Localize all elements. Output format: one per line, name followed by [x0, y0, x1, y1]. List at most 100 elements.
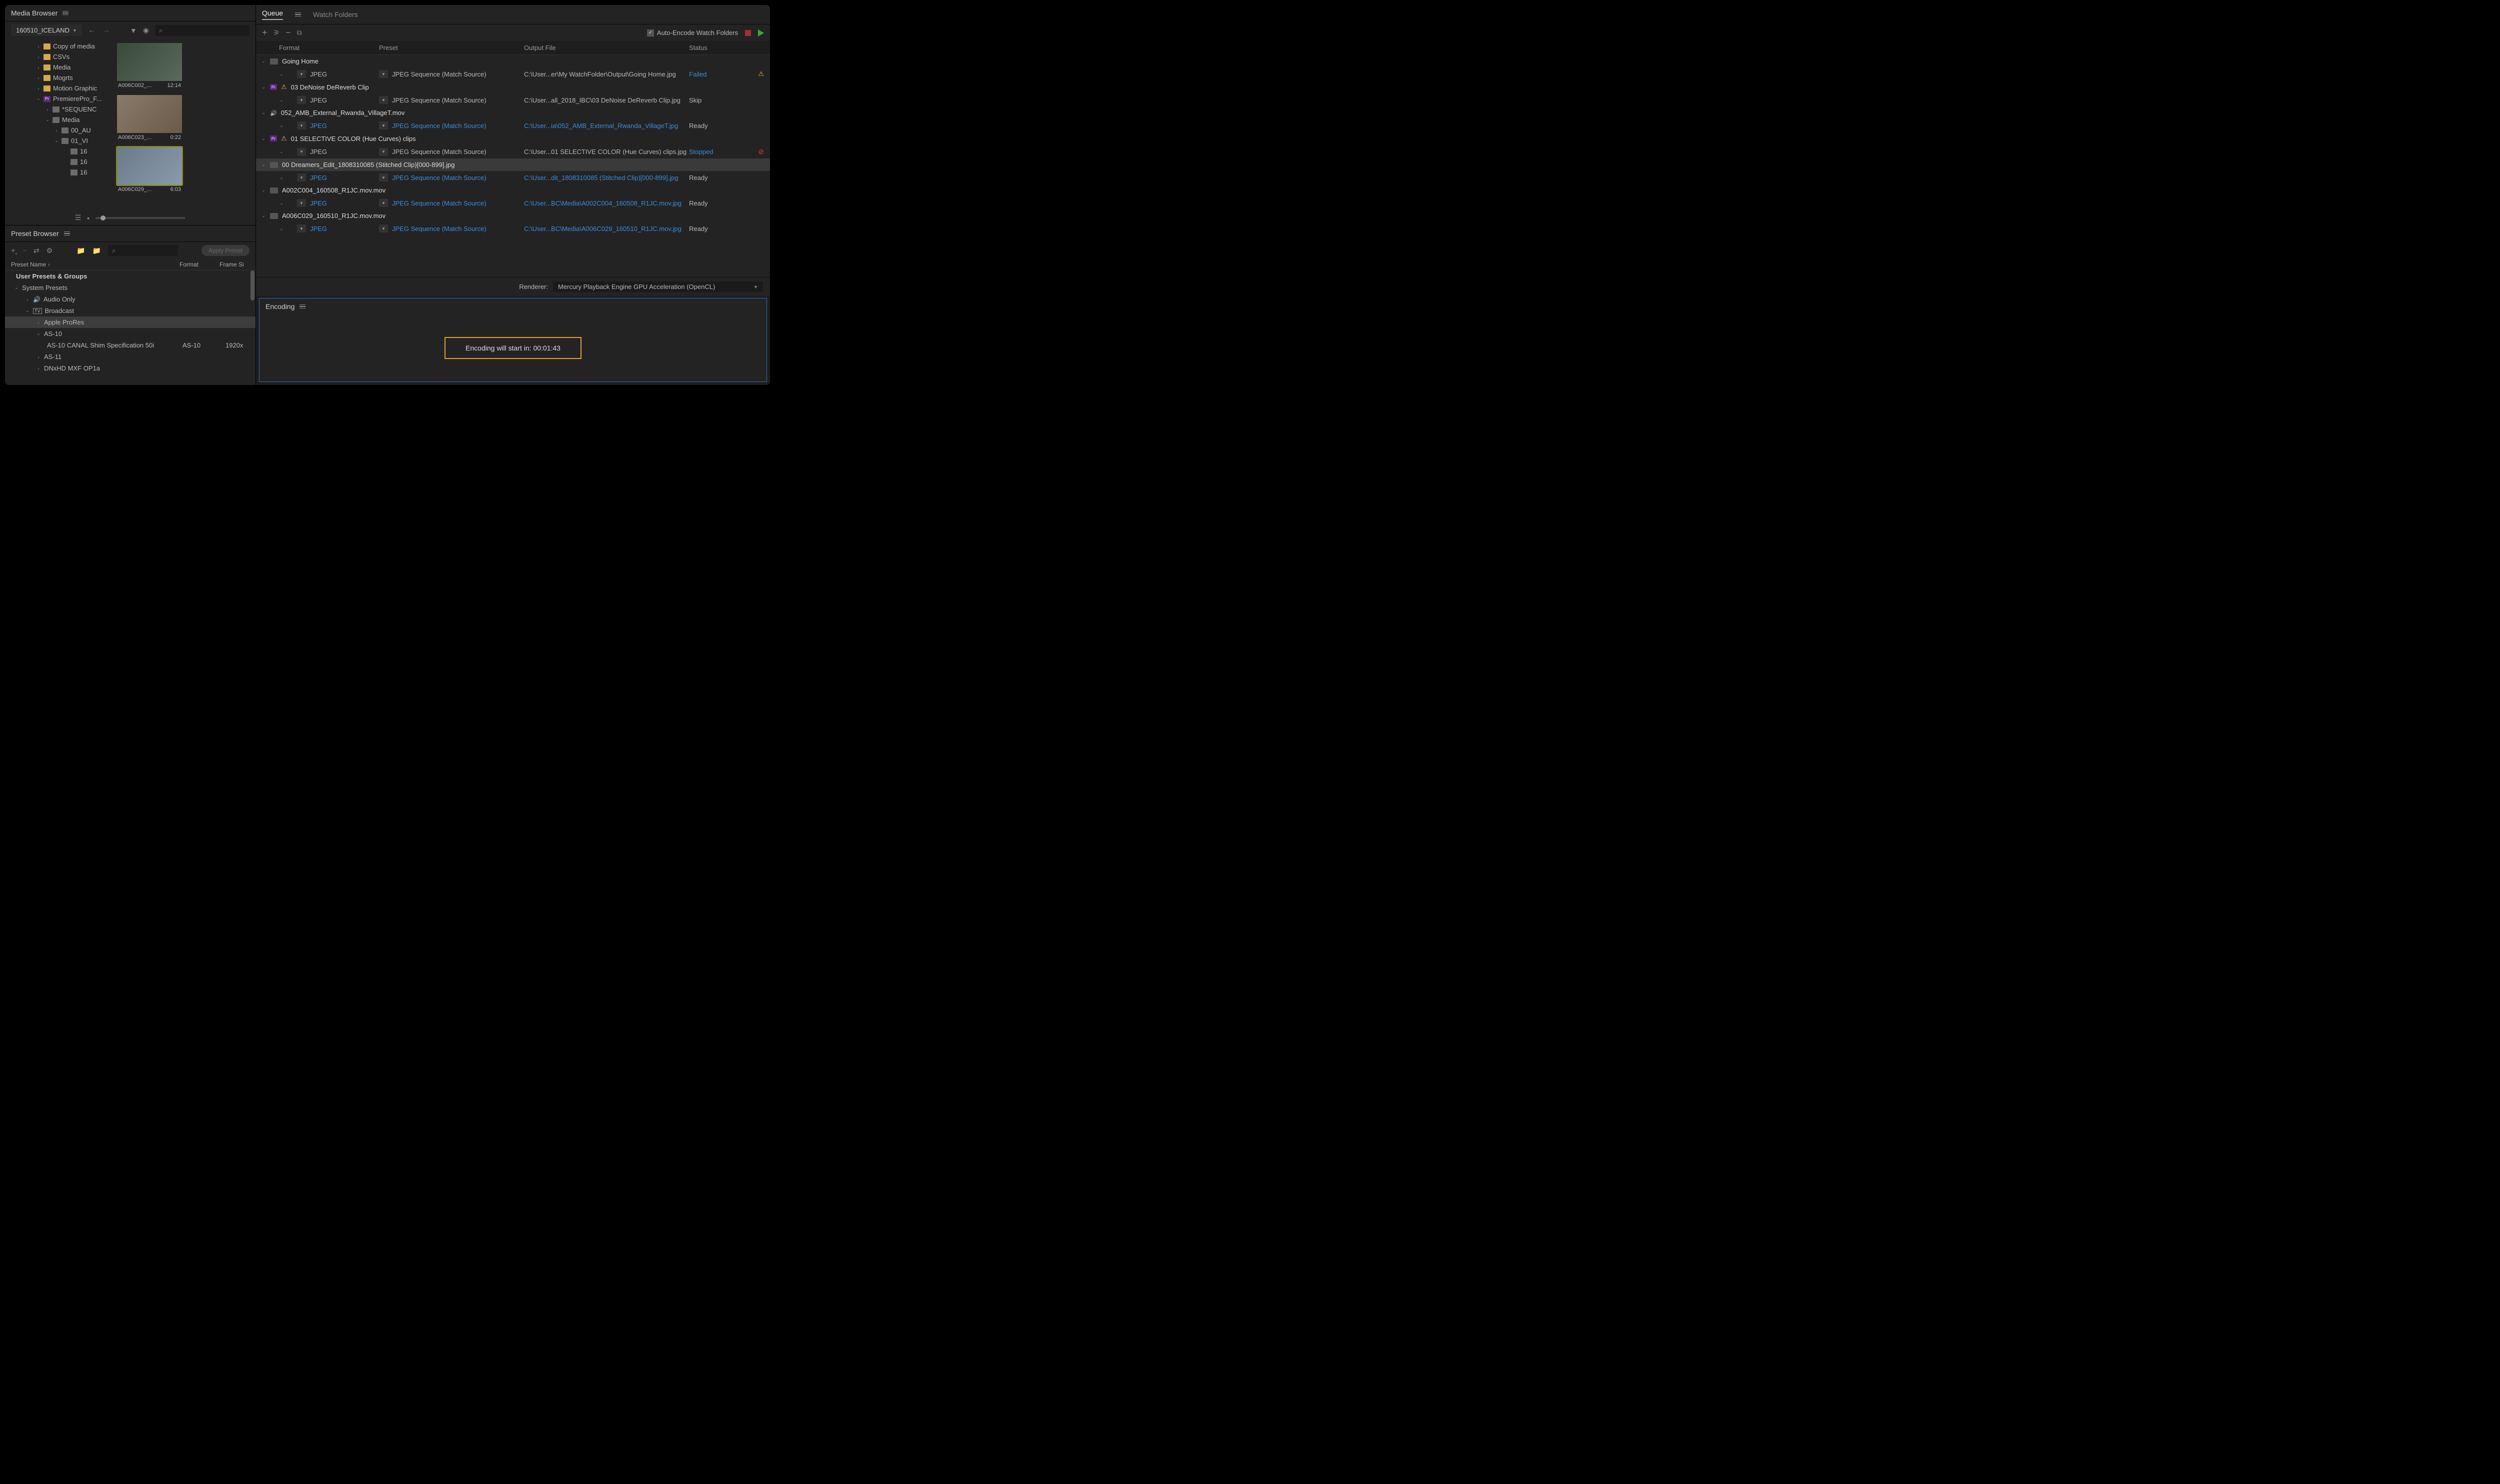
output-path[interactable]: C:\User...er\My WatchFolder\Output\Going… — [524, 70, 689, 78]
filter-icon[interactable]: ▼ — [130, 26, 137, 34]
remove-icon[interactable]: − — [286, 28, 291, 38]
format-dropdown[interactable]: ▼ — [297, 122, 306, 130]
start-queue-button[interactable] — [758, 30, 764, 36]
expand-icon[interactable]: › — [36, 86, 41, 91]
expand-icon[interactable]: ⌄ — [279, 149, 284, 154]
preset-item[interactable]: ⌄AS-10 — [5, 328, 256, 340]
output-path[interactable]: C:\User...01 SELECTIVE COLOR (Hue Curves… — [524, 148, 689, 156]
queue-output-row[interactable]: ⌄▼JPEG▼JPEG Sequence (Match Source)C:\Us… — [256, 145, 770, 158]
folder-item[interactable]: ⌄Media — [5, 114, 113, 125]
folder-item[interactable]: ›Media — [5, 62, 113, 72]
preset-dropdown[interactable]: ▼ — [379, 199, 388, 207]
queue-output-row[interactable]: ⌄▼JPEG▼JPEG Sequence (Match Source)C:\Us… — [256, 119, 770, 132]
preset-item[interactable]: ›AS-11 — [5, 351, 256, 362]
queue-menu-icon[interactable] — [295, 12, 301, 17]
expand-icon[interactable]: › — [36, 65, 41, 70]
format-dropdown[interactable]: ▼ — [297, 96, 306, 104]
format-value[interactable]: JPEG — [310, 70, 327, 78]
queue-output-row[interactable]: ⌄▼JPEG▼JPEG Sequence (Match Source)C:\Us… — [256, 222, 770, 235]
output-path[interactable]: C:\User...ia\052_AMB_External_Rwanda_Vil… — [524, 122, 689, 130]
remove-preset-icon[interactable]: − — [22, 246, 26, 254]
expand-icon[interactable]: ⌄ — [261, 84, 266, 90]
expand-icon[interactable]: ⌄ — [261, 162, 266, 168]
queue-source-group[interactable]: ⌄Going Home — [256, 55, 770, 68]
preset-search[interactable]: ⌕ — [108, 245, 178, 256]
preset-header-format[interactable]: Format — [180, 261, 220, 268]
preset-item[interactable]: ›DNxHD MXF OP1a — [5, 362, 256, 374]
auto-encode-checkbox[interactable]: ✓ Auto-Encode Watch Folders — [647, 29, 738, 36]
queue-header-format[interactable]: Format — [279, 44, 379, 52]
preset-value[interactable]: JPEG Sequence (Match Source) — [392, 200, 486, 207]
preset-dropdown[interactable]: ▼ — [379, 148, 388, 156]
queue-header-status[interactable]: Status — [689, 44, 744, 52]
queue-source-group[interactable]: ⌄052_AMB_External_Rwanda_VillageT.mov — [256, 106, 770, 119]
preset-item[interactable]: ›🔊Audio Only — [5, 294, 256, 305]
expand-icon[interactable]: ⌄ — [36, 96, 41, 102]
expand-icon[interactable]: › — [36, 54, 41, 60]
format-value[interactable]: JPEG — [310, 200, 327, 207]
add-source-icon[interactable]: + — [262, 28, 268, 38]
folder-item[interactable]: 16 — [5, 167, 113, 178]
renderer-dropdown[interactable]: Mercury Playback Engine GPU Acceleration… — [553, 282, 763, 292]
media-search[interactable]: ⌕ — [155, 25, 250, 36]
format-value[interactable]: JPEG — [310, 225, 327, 232]
queue-output-row[interactable]: ⌄▼JPEG▼JPEG Sequence (Match Source)C:\Us… — [256, 171, 770, 184]
expand-icon[interactable]: ⌄ — [279, 72, 284, 77]
queue-source-group[interactable]: ⌄A006C029_160510_R1JC.mov.mov — [256, 210, 770, 222]
format-dropdown[interactable]: ▼ — [297, 148, 306, 156]
path-dropdown[interactable]: 160510_ICELAND ▼ — [11, 24, 82, 36]
queue-source-group[interactable]: ⌄A002C004_160508_R1JC.mov.mov — [256, 184, 770, 196]
preset-value[interactable]: JPEG Sequence (Match Source) — [392, 96, 486, 104]
preset-dropdown[interactable]: ▼ — [379, 96, 388, 104]
queue-output-row[interactable]: ⌄▼JPEG▼JPEG Sequence (Match Source)C:\Us… — [256, 196, 770, 210]
folder-item[interactable]: ›Motion Graphic — [5, 83, 113, 94]
stop-queue-button[interactable] — [745, 30, 751, 36]
preset-header-frame[interactable]: Frame Si — [220, 261, 250, 268]
preset-dropdown[interactable]: ▼ — [379, 70, 388, 78]
folder-item[interactable]: ›Mogrts — [5, 72, 113, 83]
expand-icon[interactable]: ⌄ — [261, 213, 266, 218]
preset-value[interactable]: JPEG Sequence (Match Source) — [392, 148, 486, 156]
preset-dropdown[interactable]: ▼ — [379, 174, 388, 182]
thumb-small-icon[interactable]: ▪ — [87, 214, 90, 222]
expand-icon[interactable]: › — [36, 44, 41, 49]
expand-icon[interactable]: › — [36, 320, 41, 325]
folder-item[interactable]: ⌄PrPremierePro_F... — [5, 94, 113, 104]
expand-icon[interactable]: ⌄ — [45, 117, 50, 122]
expand-icon[interactable]: ⌄ — [279, 226, 284, 232]
output-path[interactable]: C:\User...dit_1808310085 (Stitched Clip)… — [524, 174, 689, 182]
folder-item[interactable]: ⌄01_VI — [5, 136, 113, 146]
format-value[interactable]: JPEG — [310, 174, 327, 182]
add-preset-icon[interactable]: + — [11, 246, 16, 255]
preset-value[interactable]: JPEG Sequence (Match Source) — [392, 70, 486, 78]
format-dropdown[interactable]: ▼ — [297, 224, 306, 232]
expand-icon[interactable]: ⌄ — [261, 58, 266, 64]
expand-icon[interactable]: ⌄ — [261, 188, 266, 193]
queue-source-group[interactable]: ⌄Pr⚠01 SELECTIVE COLOR (Hue Curves) clip… — [256, 132, 770, 145]
preset-value[interactable]: JPEG Sequence (Match Source) — [392, 174, 486, 182]
expand-icon[interactable]: › — [45, 107, 50, 112]
scrollbar-thumb[interactable] — [250, 270, 254, 300]
queue-output-row[interactable]: ⌄▼JPEG▼JPEG Sequence (Match Source)C:\Us… — [256, 68, 770, 80]
preset-tree[interactable]: User Presets & Groups⌄System Presets›🔊Au… — [5, 270, 256, 385]
output-path[interactable]: C:\User...all_2018_IBC\03 DeNoise DeReve… — [524, 96, 689, 104]
queue-source-group[interactable]: ⌄Pr⚠03 DeNoise DeReverb Clip — [256, 80, 770, 94]
media-browser-menu-icon[interactable] — [62, 11, 68, 16]
folder-item[interactable]: ›Copy of media — [5, 41, 113, 52]
encoding-menu-icon[interactable] — [300, 304, 306, 309]
queue-header-output[interactable]: Output File — [524, 44, 689, 52]
folder-item[interactable]: 16 — [5, 156, 113, 167]
tab-queue[interactable]: Queue — [262, 9, 283, 20]
preset-item[interactable]: ⌄System Presets — [5, 282, 256, 294]
media-thumbnail[interactable]: A006C023_...0:22 — [117, 95, 182, 142]
tab-watch-folders[interactable]: Watch Folders — [313, 10, 358, 18]
nav-back-icon[interactable]: ← — [88, 26, 96, 35]
apply-preset-button[interactable]: Apply Preset — [202, 245, 250, 256]
folder-tree[interactable]: ›Copy of media›CSVs›Media›Mogrts›Motion … — [5, 39, 113, 210]
media-search-input[interactable] — [164, 27, 246, 34]
expand-icon[interactable]: › — [36, 354, 41, 360]
preset-value[interactable]: JPEG Sequence (Match Source) — [392, 122, 486, 130]
queue-header-preset[interactable]: Preset — [379, 44, 524, 52]
preset-export-icon[interactable]: 📁 — [92, 246, 101, 255]
preset-browser-menu-icon[interactable] — [64, 232, 70, 236]
